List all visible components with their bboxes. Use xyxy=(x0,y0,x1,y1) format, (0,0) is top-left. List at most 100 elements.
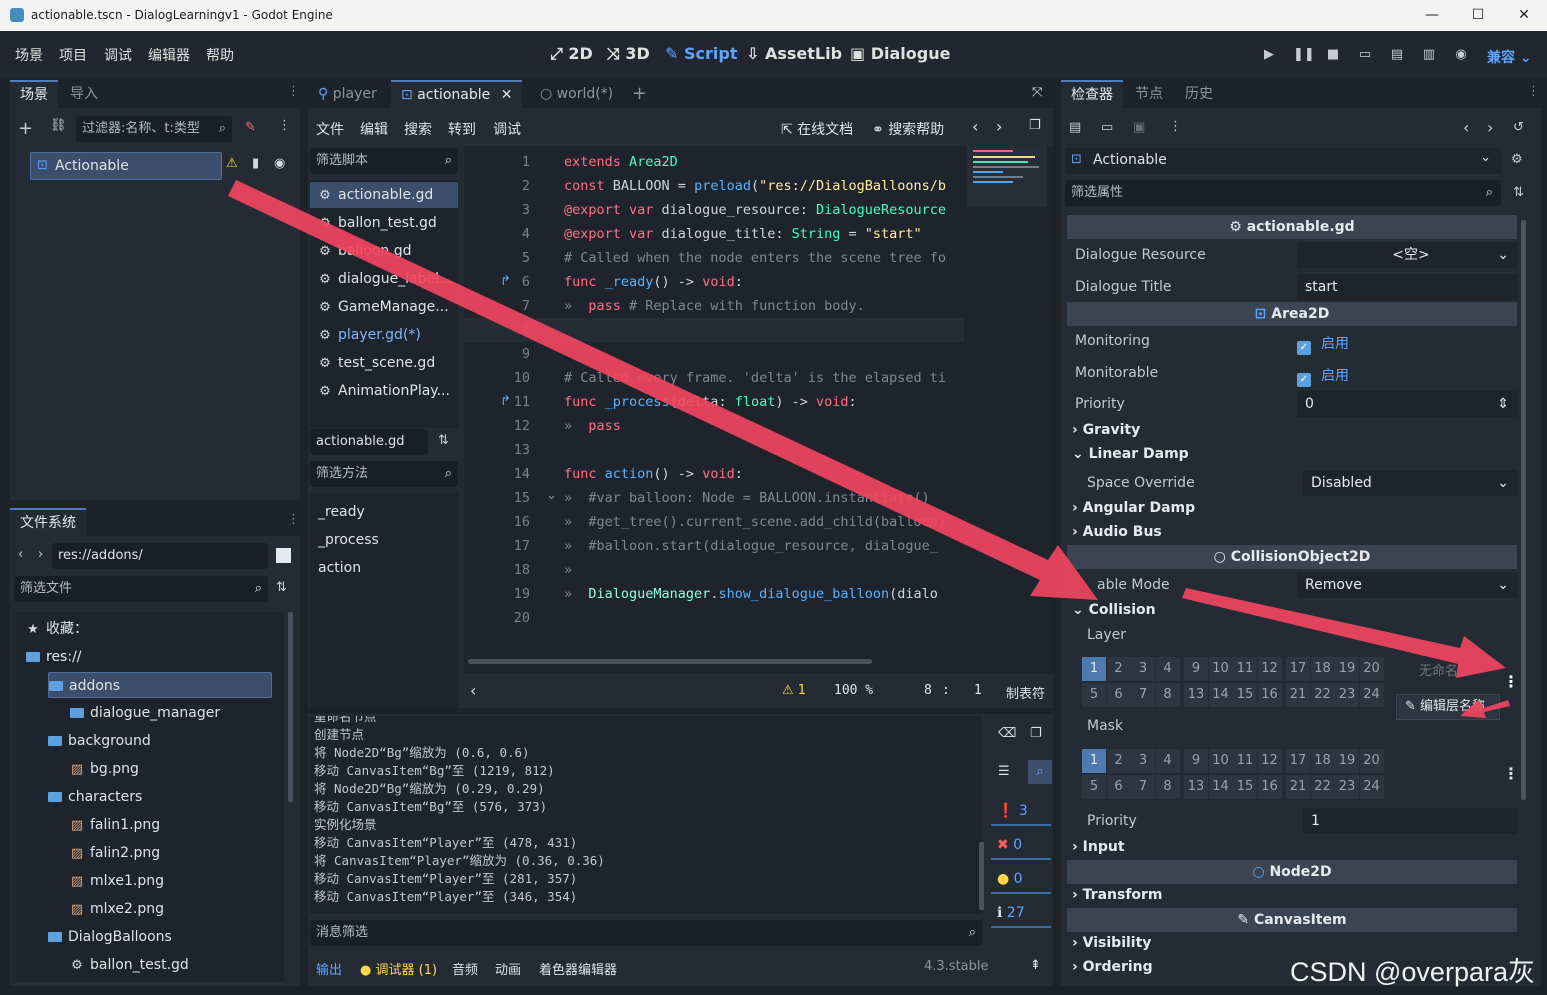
dialogue-title-field[interactable]: start xyxy=(1297,274,1517,300)
layer-bit[interactable]: 2 xyxy=(1106,749,1131,773)
property-filter-input[interactable]: 筛选属性 ⌕ xyxy=(1065,180,1501,206)
layer-bit[interactable]: 18 xyxy=(1310,749,1335,773)
sort-methods-icon[interactable]: ⇅ xyxy=(438,433,449,448)
tab-filesystem[interactable]: 文件系统 xyxy=(10,508,86,536)
online-docs-link[interactable]: ⇱ 在线文档 xyxy=(781,119,853,139)
edit-layer-names-menu-item[interactable]: ✎ 编辑层名称 xyxy=(1396,694,1500,720)
layer-bit[interactable]: 20 xyxy=(1359,657,1384,681)
toggle-split-icon[interactable] xyxy=(276,548,291,563)
layer-bit[interactable]: 24 xyxy=(1359,683,1384,707)
filesystem-path-input[interactable]: res://addons/ xyxy=(52,543,268,569)
layer-bit[interactable]: 22 xyxy=(1310,775,1335,799)
main-assetlib-button[interactable]: ⇩ AssetLib xyxy=(746,44,842,63)
code-line[interactable]: » #var balloon: Node = BALLOON.instantia… xyxy=(564,486,930,510)
scene-filter-input[interactable]: 过滤器:名称、t:类型 ⌕ xyxy=(76,116,232,142)
group-audio-bus[interactable]: › Audio Bus xyxy=(1072,524,1162,540)
layer-grid[interactable]: 1 2 3 4 9 10 11 12 17 18 19 20 5 6 7 8 13 14 15 16 21 22 23 24 xyxy=(1082,657,1392,709)
code-hscrollbar[interactable] xyxy=(468,659,872,664)
new-resource-icon[interactable]: ▤ xyxy=(1069,120,1081,135)
file-tree-item[interactable]: characters xyxy=(48,784,142,810)
history-icon[interactable]: ↺ xyxy=(1513,120,1524,135)
layer-bit[interactable]: 1 xyxy=(1082,749,1106,773)
layer-bit[interactable]: 23 xyxy=(1335,775,1359,799)
layer-bit[interactable]: 12 xyxy=(1257,657,1282,681)
layer-bit[interactable]: 21 xyxy=(1286,775,1310,799)
search-help-link[interactable]: ⚭ 搜索帮助 xyxy=(872,119,944,139)
group-ordering[interactable]: › Ordering xyxy=(1072,959,1153,975)
tab-world[interactable]: ○ world(*) xyxy=(530,80,623,108)
link-icon[interactable]: ⛓ xyxy=(50,118,67,133)
layer-bit[interactable]: 8 xyxy=(1155,775,1180,799)
layer-bit[interactable]: 7 xyxy=(1131,683,1155,707)
script-list-item[interactable]: ⚙ dialogue_label... xyxy=(310,266,458,292)
code-line[interactable]: » pass xyxy=(564,414,621,438)
inspector-scrollbar[interactable] xyxy=(1521,220,1526,800)
layer-bit[interactable]: 3 xyxy=(1131,657,1155,681)
menu-debug[interactable]: 调试 xyxy=(104,45,132,65)
layer-bit[interactable]: 9 xyxy=(1184,749,1208,773)
code-line[interactable]: @export var dialogue_title: String = "st… xyxy=(564,222,922,246)
layer-bit[interactable]: 6 xyxy=(1106,775,1131,799)
pause-icon[interactable]: ❚❚ xyxy=(1293,47,1315,63)
layer-bit[interactable]: 17 xyxy=(1286,749,1310,773)
open-folder-icon[interactable]: ▭ xyxy=(1101,120,1113,135)
monitoring-checkbox[interactable]: ✓ 启用 xyxy=(1297,333,1349,355)
forward-arrow-icon[interactable]: › xyxy=(38,547,43,562)
next-script-icon[interactable]: › xyxy=(996,117,1002,136)
file-tree-item[interactable]: dialogue_manager xyxy=(70,700,220,726)
layer-bit[interactable]: 22 xyxy=(1310,683,1335,707)
layer-bit[interactable]: 7 xyxy=(1131,775,1155,799)
layer-bit[interactable]: 10 xyxy=(1208,749,1233,773)
minimize-button[interactable]: — xyxy=(1409,4,1455,26)
save-icon[interactable]: ▣ xyxy=(1133,120,1145,135)
zoom-level[interactable]: 100 % xyxy=(834,683,873,698)
layer-bit[interactable]: 12 xyxy=(1257,749,1282,773)
output-scrollbar[interactable] xyxy=(979,842,984,910)
menu-project[interactable]: 项目 xyxy=(59,45,87,65)
clear-output-icon[interactable]: ⌫ xyxy=(998,726,1016,741)
renderer-select[interactable]: 兼容 ⌄ xyxy=(1487,47,1532,67)
group-transform[interactable]: › Transform xyxy=(1072,887,1163,903)
maximize-button[interactable]: ☐ xyxy=(1455,4,1501,26)
menu-editor[interactable]: 编辑器 xyxy=(148,45,190,65)
filter-toggle-search-icon[interactable]: ⌕ xyxy=(1028,760,1052,784)
group-input[interactable]: › Input xyxy=(1072,839,1125,855)
layer-bit[interactable]: 3 xyxy=(1131,749,1155,773)
code-warnings[interactable]: ⚠ 1 xyxy=(782,683,806,698)
layer-bit[interactable]: 8 xyxy=(1155,683,1180,707)
method-list-item[interactable]: _ready xyxy=(310,499,458,525)
method-filter-input[interactable]: 筛选方法 ⌕ xyxy=(310,461,458,487)
fold-arrow-icon[interactable]: ⌄ xyxy=(546,488,557,503)
tab-scene[interactable]: 场景 xyxy=(10,80,58,108)
close-window-button[interactable]: ✕ xyxy=(1501,4,1547,26)
code-line[interactable]: # Called when the node enters the scene … xyxy=(564,246,946,270)
dock-menu-icon[interactable]: ⋮ xyxy=(287,84,300,99)
group-angular-damp[interactable]: › Angular Damp xyxy=(1072,500,1195,516)
tab-output[interactable]: 输出 xyxy=(316,959,342,978)
code-line[interactable]: # Called every frame. 'delta' is the ela… xyxy=(564,366,946,390)
script-menu-goto[interactable]: 转到 xyxy=(448,119,476,139)
layer-bit[interactable]: 11 xyxy=(1233,657,1257,681)
method-list-item[interactable]: action xyxy=(310,555,458,581)
layer-bit[interactable]: 20 xyxy=(1359,749,1384,773)
script-list-item[interactable]: ⚙ test_scene.gd xyxy=(310,350,458,376)
script-attached-icon[interactable]: ▮ xyxy=(252,156,259,171)
play-scene-icon[interactable]: ▤ xyxy=(1389,47,1405,63)
copy-output-icon[interactable]: ❐ xyxy=(1030,726,1042,741)
output-other-count[interactable]: ℹ 27 xyxy=(991,900,1051,928)
sort-icon[interactable]: ⇅ xyxy=(276,580,287,595)
disable-mode-select[interactable]: Remove ⌄ xyxy=(1297,572,1517,598)
group-linear-damp[interactable]: ⌄ Linear Damp xyxy=(1072,446,1189,462)
file-tree-item[interactable]: DialogBalloons xyxy=(48,924,172,950)
tab-history[interactable]: 历史 xyxy=(1175,80,1223,108)
object-selector[interactable]: ⊡ Actionable ⌄ xyxy=(1065,148,1501,174)
remote-debug-icon[interactable]: ▭ xyxy=(1357,47,1373,63)
code-text[interactable]: extends Area2D const BALLOON = preload("r… xyxy=(564,150,962,640)
layer-bit[interactable]: 2 xyxy=(1106,657,1131,681)
code-line[interactable]: » DialogueManager.show_dialogue_balloon(… xyxy=(564,582,938,606)
layer-bit[interactable]: 6 xyxy=(1106,683,1131,707)
script-list-item[interactable]: ⚙ AnimationPlay... xyxy=(310,378,458,404)
code-line[interactable]: func action() -> void: xyxy=(564,462,743,486)
main-script-button[interactable]: ✎ Script xyxy=(665,44,737,63)
layer-bit[interactable]: 19 xyxy=(1335,749,1359,773)
